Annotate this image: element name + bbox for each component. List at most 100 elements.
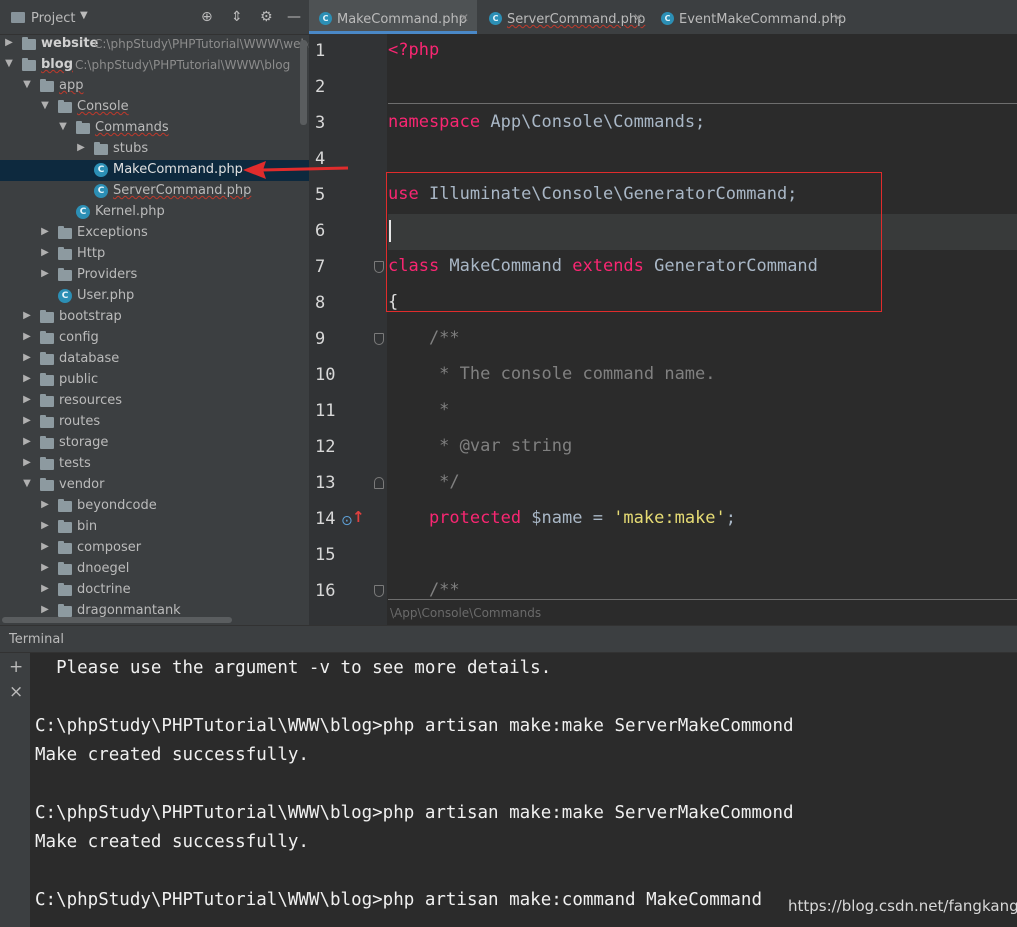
line-number: 6 xyxy=(315,221,326,241)
tree-item-resources[interactable]: ▶ resources xyxy=(0,391,300,412)
arrow-up-icon[interactable]: ↑ xyxy=(352,508,365,526)
tree-item-kernel[interactable]: C Kernel.php xyxy=(0,202,300,223)
horizontal-scrollbar[interactable] xyxy=(2,617,232,623)
folder-icon xyxy=(22,37,36,50)
tree-item-doctrine[interactable]: ▶ doctrine xyxy=(0,580,300,601)
tree-item-makecommand[interactable]: C MakeCommand.php xyxy=(0,160,309,181)
locate-icon[interactable]: ⊕ xyxy=(201,9,213,25)
folder-icon xyxy=(58,583,72,596)
chevron-right-icon[interactable]: ▶ xyxy=(76,142,86,153)
php-class-icon: C xyxy=(319,12,332,25)
tree-item-routes[interactable]: ▶ routes xyxy=(0,412,300,433)
chevron-right-icon[interactable]: ▶ xyxy=(22,310,32,321)
close-terminal-icon[interactable]: × xyxy=(9,682,23,702)
chevron-down-icon[interactable]: ▼ xyxy=(58,121,68,132)
tree-item-website[interactable]: ▶ website C:\phpStudy\PHPTutorial\WWW\we… xyxy=(0,34,309,55)
hide-icon[interactable]: — xyxy=(287,9,301,25)
fold-marker-icon[interactable] xyxy=(374,333,384,345)
code-line-11: * xyxy=(388,400,450,420)
tree-item-vendor[interactable]: ▼ vendor xyxy=(0,475,300,496)
tree-item-blog[interactable]: ▼ blog C:\phpStudy\PHPTutorial\WWW\blog xyxy=(0,55,300,76)
chevron-right-icon[interactable]: ▶ xyxy=(40,247,50,258)
chevron-right-icon[interactable]: ▶ xyxy=(4,37,14,48)
tree-item-label: app xyxy=(59,78,84,93)
override-icon[interactable]: ⊙ xyxy=(341,513,353,529)
folder-icon xyxy=(40,352,54,365)
tree-item-user[interactable]: C User.php xyxy=(0,286,300,307)
tree-item-bootstrap[interactable]: ▶ bootstrap xyxy=(0,307,300,328)
chevron-right-icon[interactable]: ▶ xyxy=(40,520,50,531)
folder-icon xyxy=(58,604,72,617)
tree-item-stubs[interactable]: ▶ stubs xyxy=(0,139,300,160)
tree-item-console[interactable]: ▼ Console xyxy=(0,97,300,118)
chevron-right-icon[interactable]: ▶ xyxy=(40,604,50,615)
tree-item-composer[interactable]: ▶ composer xyxy=(0,538,300,559)
tree-item-database[interactable]: ▶ database xyxy=(0,349,300,370)
line-number: 15 xyxy=(315,545,336,565)
breadcrumb-separator xyxy=(388,599,1017,600)
terminal-line: C:\phpStudy\PHPTutorial\WWW\blog>php art… xyxy=(35,716,794,736)
fold-marker-icon[interactable] xyxy=(374,261,384,273)
vertical-scrollbar[interactable] xyxy=(300,40,307,125)
tree-item-providers[interactable]: ▶ Providers xyxy=(0,265,300,286)
tree-item-label: vendor xyxy=(59,477,105,492)
tab-label: MakeCommand.php xyxy=(337,12,467,27)
tree-item-http[interactable]: ▶ Http xyxy=(0,244,300,265)
collapse-icon[interactable]: ⇕ xyxy=(231,9,243,25)
chevron-right-icon[interactable]: ▶ xyxy=(40,226,50,237)
tree-item-app[interactable]: ▼ app xyxy=(0,76,300,97)
tree-item-config[interactable]: ▶ config xyxy=(0,328,300,349)
folder-icon xyxy=(58,541,72,554)
project-title[interactable]: Project xyxy=(31,11,75,26)
close-icon[interactable]: ✕ xyxy=(833,11,843,25)
tree-item-label: Console xyxy=(77,99,129,114)
chevron-right-icon[interactable]: ▶ xyxy=(40,562,50,573)
chevron-down-icon[interactable]: ▼ xyxy=(22,79,32,90)
terminal-line: Make created successfully. xyxy=(35,832,309,852)
tree-item-beyondcode[interactable]: ▶ beyondcode xyxy=(0,496,300,517)
close-icon[interactable]: ✕ xyxy=(633,11,643,25)
tab-servercommand[interactable]: C ServerCommand.php ✕ xyxy=(479,0,651,34)
tab-eventmakecommand[interactable]: C EventMakeCommand.php ✕ xyxy=(651,0,849,34)
tree-item-dnoegel[interactable]: ▶ dnoegel xyxy=(0,559,300,580)
line-gutter: 1 2 3 4 5 6 7 8 9 10 11 12 13 14 15 16 ⊙… xyxy=(309,34,387,625)
chevron-right-icon[interactable]: ▶ xyxy=(40,499,50,510)
chevron-down-icon[interactable]: ▼ xyxy=(40,100,50,111)
chevron-down-icon[interactable]: ▼ xyxy=(80,10,88,21)
close-icon[interactable]: ✕ xyxy=(459,11,469,25)
tree-item-tests[interactable]: ▶ tests xyxy=(0,454,300,475)
tree-item-servercommand[interactable]: C ServerCommand.php xyxy=(0,181,300,202)
chevron-right-icon[interactable]: ▶ xyxy=(22,415,32,426)
chevron-right-icon[interactable]: ▶ xyxy=(22,352,32,363)
tree-item-public[interactable]: ▶ public xyxy=(0,370,300,391)
chevron-right-icon[interactable]: ▶ xyxy=(22,331,32,342)
line-number: 16 xyxy=(315,581,336,601)
tree-item-storage[interactable]: ▶ storage xyxy=(0,433,300,454)
add-terminal-icon[interactable]: + xyxy=(9,657,23,677)
keyword: protected xyxy=(388,508,522,528)
tree-item-bin[interactable]: ▶ bin xyxy=(0,517,300,538)
chevron-right-icon[interactable]: ▶ xyxy=(40,541,50,552)
code-editor[interactable]: 1 2 3 4 5 6 7 8 9 10 11 12 13 14 15 16 ⊙… xyxy=(309,34,1017,625)
tree-item-exceptions[interactable]: ▶ Exceptions xyxy=(0,223,300,244)
chevron-right-icon[interactable]: ▶ xyxy=(22,436,32,447)
php-class-icon: C xyxy=(94,184,108,198)
chevron-right-icon[interactable]: ▶ xyxy=(40,268,50,279)
tree-item-label: stubs xyxy=(113,141,149,156)
terminal-title[interactable]: Terminal xyxy=(9,632,64,647)
chevron-right-icon[interactable]: ▶ xyxy=(40,583,50,594)
chevron-right-icon[interactable]: ▶ xyxy=(22,457,32,468)
chevron-down-icon[interactable]: ▼ xyxy=(4,58,14,69)
code-line-3: namespace App\Console\Commands; xyxy=(388,112,705,132)
chevron-down-icon[interactable]: ▼ xyxy=(22,478,32,489)
line-number: 2 xyxy=(315,77,326,97)
fold-marker-icon[interactable] xyxy=(374,477,384,489)
breadcrumb[interactable]: \App\Console\Commands xyxy=(390,606,541,620)
tree-item-label: website xyxy=(41,36,99,51)
tree-item-commands[interactable]: ▼ Commands xyxy=(0,118,300,139)
fold-marker-icon[interactable] xyxy=(374,585,384,597)
chevron-right-icon[interactable]: ▶ xyxy=(22,394,32,405)
chevron-right-icon[interactable]: ▶ xyxy=(22,373,32,384)
gear-icon[interactable]: ⚙ xyxy=(260,9,273,25)
tab-makecommand[interactable]: C MakeCommand.php ✕ xyxy=(309,0,477,34)
